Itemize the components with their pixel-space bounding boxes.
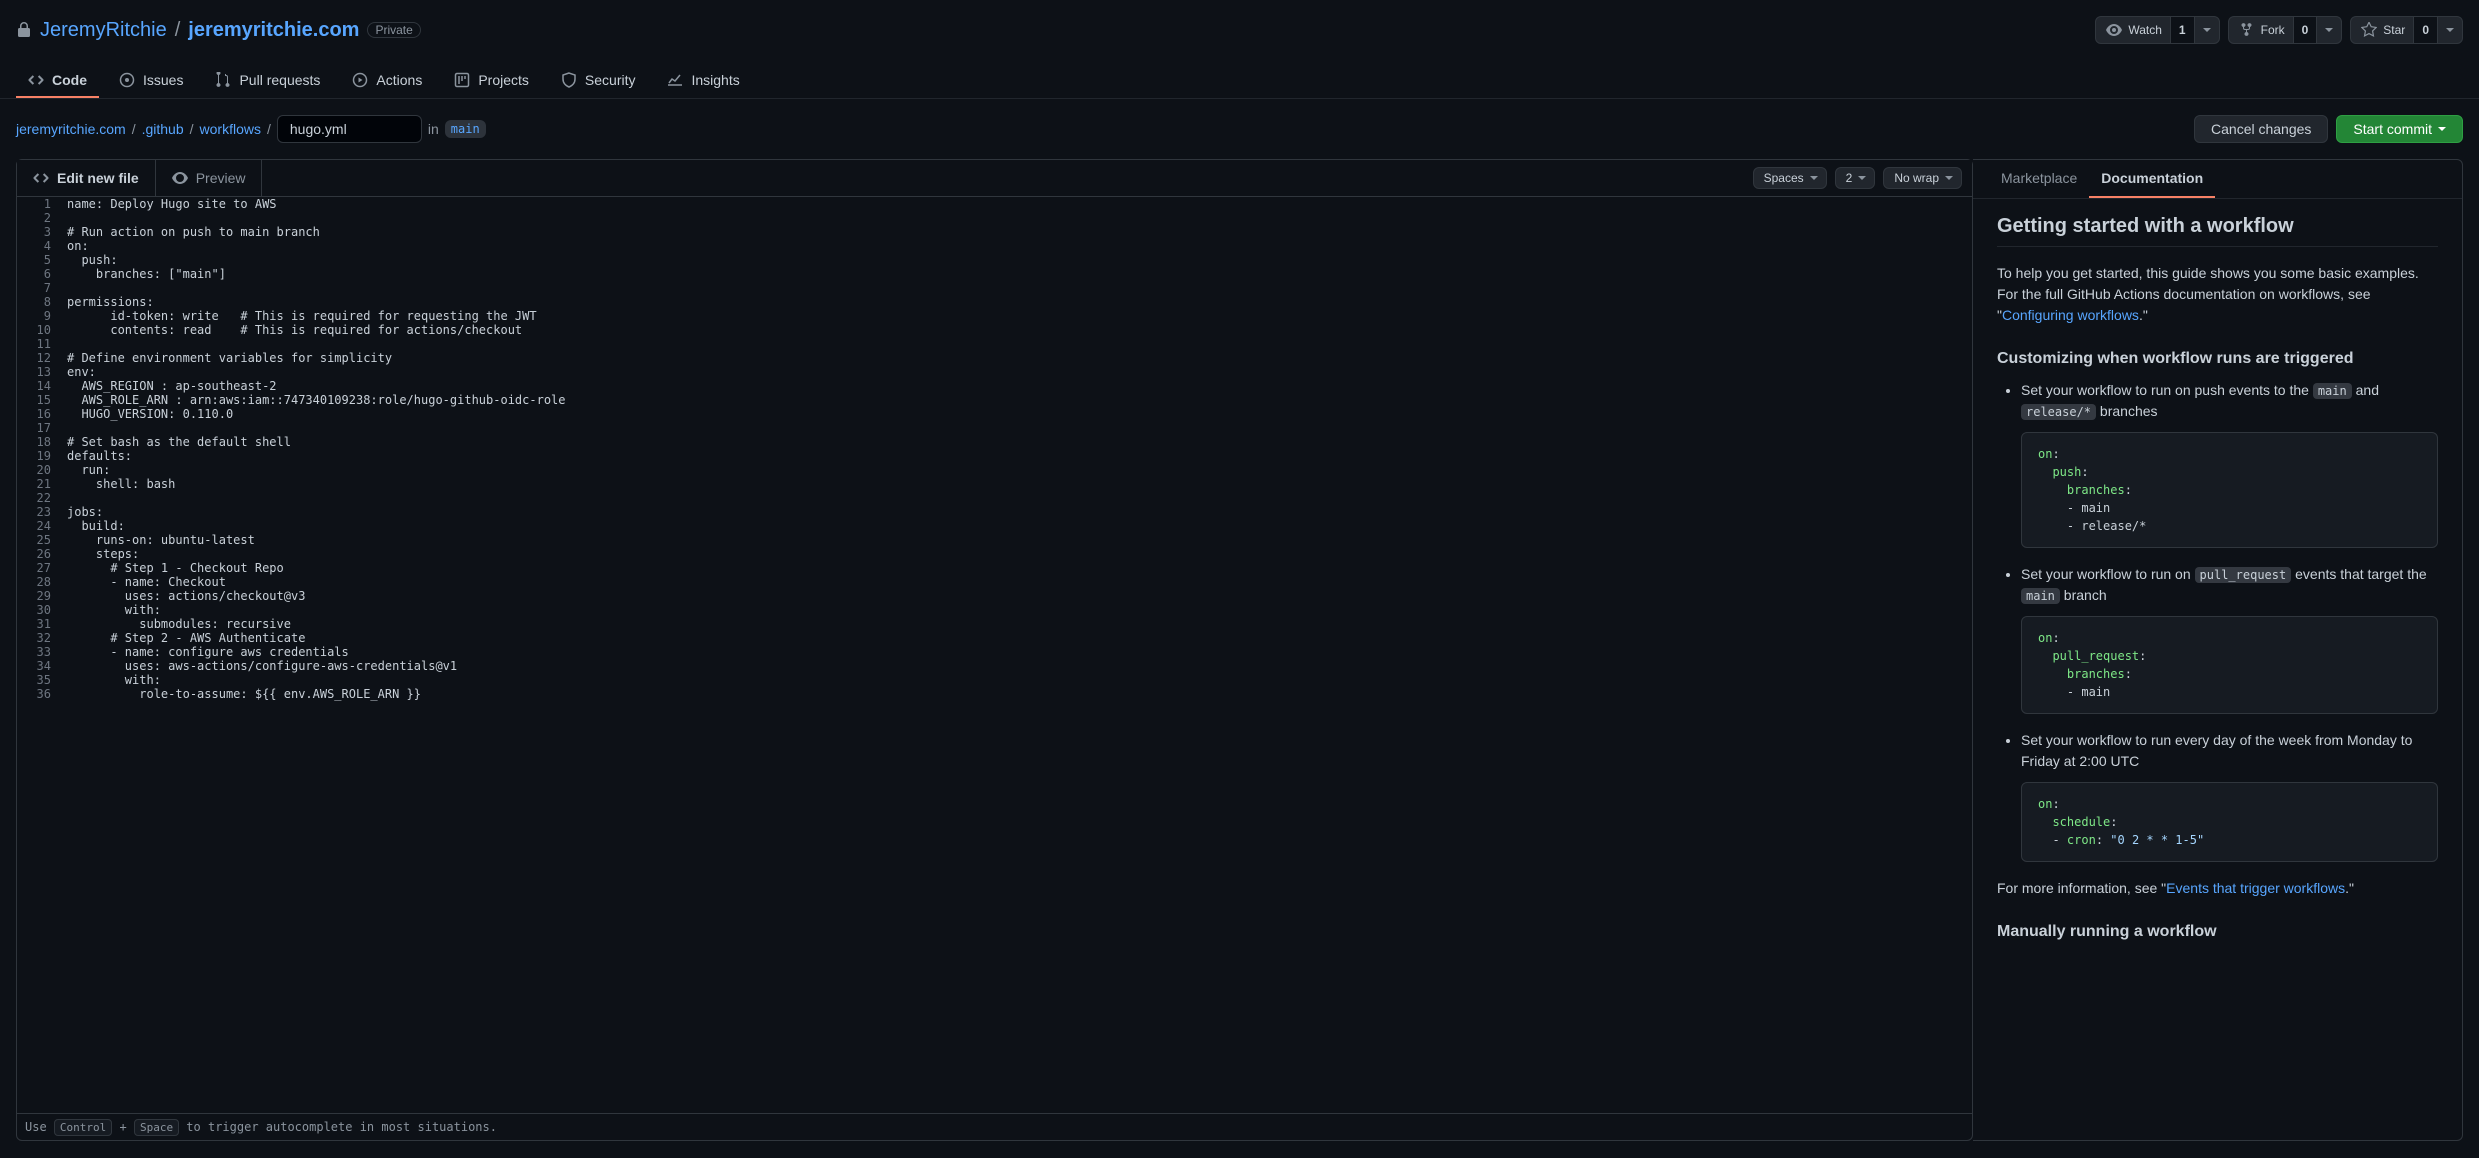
filename-input[interactable] <box>277 115 422 143</box>
star-label: Star <box>2383 23 2405 37</box>
watch-count: 1 <box>2170 17 2194 43</box>
code-icon <box>28 72 44 88</box>
docs-subheading-2: Manually running a workflow <box>1997 923 2438 941</box>
docs-li-2: Set your workflow to run on pull_request… <box>2021 564 2438 714</box>
tab-issues[interactable]: Issues <box>107 64 195 98</box>
tab-documentation[interactable]: Documentation <box>2089 160 2215 198</box>
fork-button[interactable]: Fork 0 <box>2228 16 2343 44</box>
eye-icon <box>2106 22 2122 38</box>
watch-label: Watch <box>2128 23 2162 37</box>
tab-actions[interactable]: Actions <box>340 64 434 98</box>
shield-icon <box>561 72 577 88</box>
visibility-badge: Private <box>367 22 420 38</box>
crumb-workflows[interactable]: workflows <box>200 121 261 137</box>
autocomplete-hint: Use Control + Space to trigger autocompl… <box>17 1113 1972 1140</box>
star-icon <box>2361 22 2377 38</box>
fork-caret[interactable] <box>2316 17 2341 43</box>
star-caret[interactable] <box>2437 17 2462 43</box>
docs-more-info: For more information, see "Events that t… <box>1997 878 2438 899</box>
chevron-down-icon <box>2438 127 2446 131</box>
docs-li-3: Set your workflow to run every day of th… <box>2021 730 2438 862</box>
tab-preview[interactable]: Preview <box>156 160 263 196</box>
code-block-1: on: push: branches: - main - release/* <box>2021 432 2438 548</box>
slash: / <box>175 19 181 42</box>
docs-heading: Getting started with a workflow <box>1997 215 2438 247</box>
tab-edit-file[interactable]: Edit new file <box>17 160 156 196</box>
fork-icon <box>2239 22 2255 38</box>
star-count: 0 <box>2413 17 2437 43</box>
in-label: in <box>428 121 439 137</box>
wrap-select[interactable]: No wrap <box>1883 167 1962 189</box>
graph-icon <box>667 72 683 88</box>
start-commit-button[interactable]: Start commit <box>2336 115 2463 143</box>
issue-icon <box>119 72 135 88</box>
fork-label: Fork <box>2261 23 2285 37</box>
cancel-button[interactable]: Cancel changes <box>2194 115 2328 143</box>
indent-select[interactable]: Spaces <box>1753 167 1827 189</box>
tab-projects[interactable]: Projects <box>442 64 541 98</box>
tab-security[interactable]: Security <box>549 64 648 98</box>
code-block-2: on: pull_request: branches: - main <box>2021 616 2438 714</box>
crumb-root[interactable]: jeremyritchie.com <box>16 121 126 137</box>
code-editor[interactable]: 1name: Deploy Hugo site to AWS23# Run ac… <box>17 197 1972 1113</box>
repo-name-link[interactable]: jeremyritchie.com <box>188 19 359 42</box>
branch-chip: main <box>445 120 486 138</box>
repo-owner-link[interactable]: JeremyRitchie <box>40 19 167 42</box>
star-button[interactable]: Star 0 <box>2350 16 2463 44</box>
pr-icon <box>215 72 231 88</box>
crumb-github[interactable]: .github <box>142 121 184 137</box>
docs-li-1: Set your workflow to run on push events … <box>2021 380 2438 548</box>
chevron-down-icon <box>2446 28 2454 32</box>
events-trigger-link[interactable]: Events that trigger workflows <box>2166 880 2345 896</box>
docs-intro: To help you get started, this guide show… <box>1997 263 2438 326</box>
tab-marketplace[interactable]: Marketplace <box>1989 160 2089 198</box>
code-block-3: on: schedule: - cron: "0 2 * * 1-5" <box>2021 782 2438 862</box>
chevron-down-icon <box>2325 28 2333 32</box>
chevron-down-icon <box>2203 28 2211 32</box>
fork-count: 0 <box>2293 17 2317 43</box>
indent-size-select[interactable]: 2 <box>1835 167 1876 189</box>
tab-code[interactable]: Code <box>16 64 99 98</box>
code-icon <box>33 170 49 186</box>
play-icon <box>352 72 368 88</box>
tab-insights[interactable]: Insights <box>655 64 751 98</box>
configuring-workflows-link[interactable]: Configuring workflows <box>2002 307 2139 323</box>
watch-button[interactable]: Watch 1 <box>2095 16 2219 44</box>
project-icon <box>454 72 470 88</box>
watch-caret[interactable] <box>2194 17 2219 43</box>
tab-pull-requests[interactable]: Pull requests <box>203 64 332 98</box>
lock-icon <box>16 22 32 38</box>
eye-icon <box>172 170 188 186</box>
docs-subheading-1: Customizing when workflow runs are trigg… <box>1997 350 2438 368</box>
